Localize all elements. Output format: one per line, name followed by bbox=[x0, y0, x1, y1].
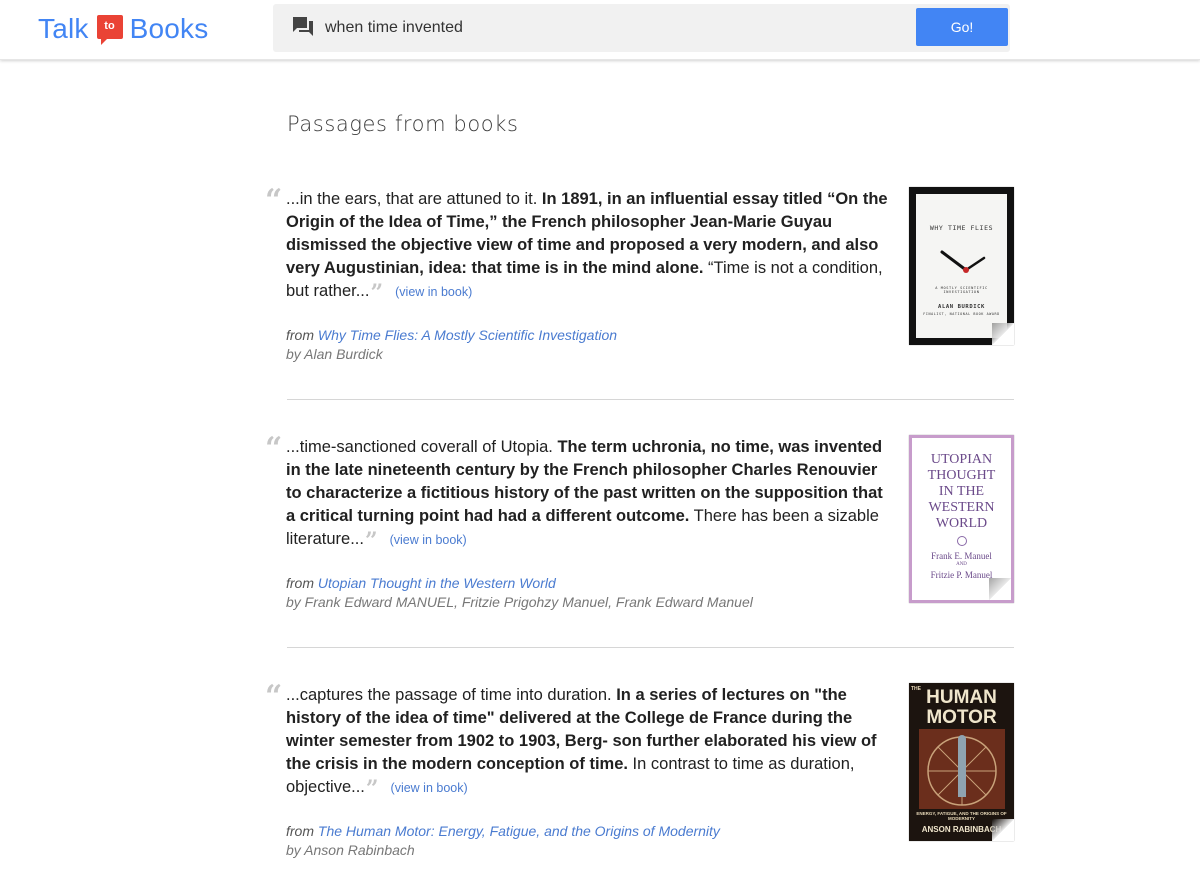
talk-to-books-logo[interactable]: Talk to Books bbox=[38, 9, 208, 49]
view-in-book-link[interactable]: (view in book) bbox=[395, 285, 472, 299]
book-source: from Why Time Flies: A Mostly Scientific… bbox=[286, 326, 617, 364]
motor-figure-graphic bbox=[919, 729, 1005, 809]
go-button[interactable]: Go! bbox=[916, 8, 1008, 46]
book-cover-image[interactable]: WHY TIME FLIES A MOSTLY SCIENTIFIC INVES… bbox=[909, 187, 1014, 345]
view-in-book-link[interactable]: (view in book) bbox=[390, 533, 467, 547]
page-title: Passages from books bbox=[287, 112, 519, 136]
cover-author: Frank E. Manuel bbox=[931, 551, 992, 561]
cover-title-line: UTOPIAN bbox=[930, 452, 993, 467]
cover-author: ALAN BURDICK bbox=[938, 304, 985, 310]
cover-title-line: HUMAN bbox=[926, 687, 997, 708]
view-in-book-link[interactable]: (view in book) bbox=[391, 781, 468, 795]
passage-text: ...in the ears, that are attuned to it. … bbox=[286, 188, 891, 305]
divider bbox=[287, 647, 1014, 648]
search-bar: when time invented Go! bbox=[273, 4, 1010, 52]
search-input[interactable]: when time invented bbox=[325, 19, 463, 37]
open-quote-icon: “ bbox=[265, 431, 283, 466]
close-quote-icon: ” bbox=[370, 280, 384, 306]
book-title-link[interactable]: Why Time Flies: A Mostly Scientific Inve… bbox=[318, 327, 617, 343]
result-item: “ ...time-sanctioned coverall of Utopia.… bbox=[265, 431, 1015, 626]
close-quote-icon: ” bbox=[364, 528, 378, 554]
cover-title-line: IN THE bbox=[938, 484, 985, 499]
passage-lead: ...time-sanctioned coverall of Utopia. bbox=[286, 438, 558, 456]
ornament-icon bbox=[957, 536, 967, 546]
top-bar: Talk to Books when time invented Go! bbox=[0, 0, 1200, 60]
close-quote-icon: ” bbox=[365, 776, 379, 802]
book-title-link[interactable]: The Human Motor: Energy, Fatigue, and th… bbox=[318, 823, 720, 839]
book-title-link[interactable]: Utopian Thought in the Western World bbox=[318, 575, 556, 591]
cover-title: WHY TIME FLIES bbox=[929, 224, 994, 232]
cover-panel: WHY TIME FLIES A MOSTLY SCIENTIFIC INVES… bbox=[916, 194, 1007, 338]
cover-author: Fritzie P. Manuel bbox=[930, 570, 993, 580]
cover-title-line: WESTERN bbox=[928, 500, 995, 515]
passage-lead: ...captures the passage of time into dur… bbox=[286, 686, 617, 704]
chat-bubble-icon bbox=[293, 17, 313, 36]
cover-author: ANSON RABINBACH bbox=[921, 825, 1002, 834]
result-item: “ ...captures the passage of time into d… bbox=[265, 679, 1015, 869]
from-label: from bbox=[286, 823, 314, 839]
clock-hands-graphic bbox=[940, 250, 986, 273]
logo-books: Books bbox=[129, 13, 209, 44]
passage-text: ...captures the passage of time into dur… bbox=[286, 684, 891, 801]
cover-and: AND bbox=[956, 562, 967, 567]
logo-to-badge: to bbox=[96, 15, 123, 45]
cover-subtitle: ENERGY, FATIGUE, AND THE ORIGINS OF MODE… bbox=[916, 811, 1007, 821]
cover-subtitle: A MOSTLY SCIENTIFIC INVESTIGATION bbox=[935, 286, 988, 294]
divider bbox=[287, 399, 1014, 400]
cover-tagline: FINALIST, NATIONAL BOOK AWARD bbox=[923, 312, 1000, 316]
passage-lead: ...in the ears, that are attuned to it. bbox=[286, 190, 542, 208]
from-label: from bbox=[286, 327, 314, 343]
open-quote-icon: “ bbox=[265, 679, 283, 714]
book-author: by Alan Burdick bbox=[286, 346, 383, 362]
book-source: from The Human Motor: Energy, Fatigue, a… bbox=[286, 822, 720, 860]
book-author: by Anson Rabinbach bbox=[286, 842, 415, 858]
passage-text: ...time-sanctioned coverall of Utopia. T… bbox=[286, 436, 891, 553]
cover-title-line: MOTOR bbox=[926, 707, 997, 728]
from-label: from bbox=[286, 575, 314, 591]
book-cover-image[interactable]: UTOPIAN THOUGHT IN THE WESTERN WORLD Fra… bbox=[909, 435, 1014, 603]
open-quote-icon: “ bbox=[265, 183, 283, 218]
result-item: “ ...in the ears, that are attuned to it… bbox=[265, 183, 1015, 378]
book-cover-image[interactable]: THE HUMAN MOTOR ENERGY, FATIGUE, AND THE… bbox=[909, 683, 1014, 841]
book-author: by Frank Edward MANUEL, Fritzie Prigohzy… bbox=[286, 594, 753, 610]
cover-title-line: WORLD bbox=[935, 516, 988, 531]
cover-title-line: THOUGHT bbox=[927, 468, 996, 483]
logo-talk: Talk bbox=[38, 13, 89, 44]
book-source: from Utopian Thought in the Western Worl… bbox=[286, 574, 753, 612]
